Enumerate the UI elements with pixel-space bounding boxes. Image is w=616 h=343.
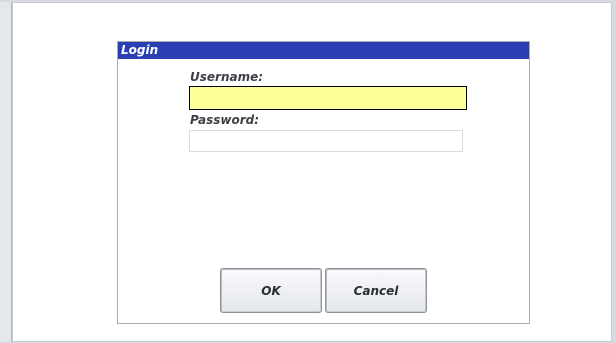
ok-button[interactable]: OK: [220, 268, 322, 313]
username-input[interactable]: [189, 86, 467, 110]
screen-bezel: [0, 2, 12, 342]
password-input[interactable]: [189, 130, 463, 152]
screen: Login Username: Password: OK Cancel: [12, 2, 612, 342]
login-dialog: Login Username: Password: OK Cancel: [117, 41, 530, 324]
dialog-title: Login: [118, 42, 529, 59]
password-label: Password:: [190, 113, 260, 127]
username-label: Username:: [190, 70, 264, 84]
cancel-button[interactable]: Cancel: [325, 268, 427, 313]
